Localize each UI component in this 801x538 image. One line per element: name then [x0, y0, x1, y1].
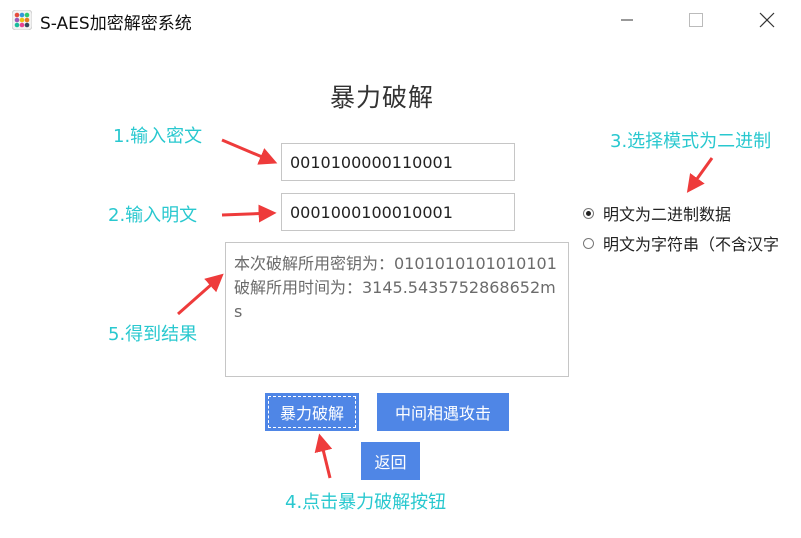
maximize-button[interactable]: [673, 0, 719, 40]
annotation-step1: 1.输入密文: [113, 126, 203, 147]
close-icon: [759, 12, 775, 28]
page-title: 暴力破解: [330, 83, 435, 112]
annotation-step3: 3.选择模式为二进制: [610, 131, 772, 152]
meet-in-middle-button[interactable]: 中间相遇攻击: [377, 393, 509, 431]
arrow-step1: [221, 138, 278, 165]
close-button[interactable]: [744, 0, 790, 40]
plaintext-input[interactable]: 0001000100010001: [281, 193, 515, 231]
annotation-step4: 4.点击暴力破解按钮: [285, 492, 447, 513]
ciphertext-input[interactable]: 0010100000110001: [281, 143, 515, 181]
brute-force-button[interactable]: 暴力破解: [265, 393, 359, 431]
annotation-step2: 2.输入明文: [108, 205, 198, 226]
title-bar[interactable]: S-AES加密解密系统: [0, 0, 801, 40]
result-textarea[interactable]: 本次破解所用密钥为：0101010101010101 破解所用时间为：3145.…: [225, 242, 569, 377]
annotation-step5: 5.得到结果: [108, 324, 198, 345]
radio-checked-icon[interactable]: [583, 207, 594, 219]
minimize-icon: [621, 19, 633, 21]
arrow-step5: [177, 273, 224, 316]
radio-binary-mode[interactable]: 明文为二进制数据: [583, 201, 731, 225]
arrow-step2: [221, 204, 277, 223]
radio-unchecked-icon[interactable]: [583, 237, 594, 249]
radio-binary-label: 明文为二进制数据: [603, 205, 732, 224]
arrow-step4: [314, 433, 333, 479]
arrow-step3: [686, 157, 714, 193]
app-logo-icon: [12, 10, 32, 30]
radio-string-mode[interactable]: 明文为字符串（不含汉字: [583, 231, 779, 255]
maximize-icon: [689, 13, 703, 27]
app-window: S-AES加密解密系统 暴力破解 0010100000110001 000100…: [0, 0, 801, 538]
minimize-button[interactable]: [604, 0, 650, 40]
radio-string-label: 明文为字符串（不含汉字: [603, 235, 780, 254]
back-button[interactable]: 返回: [361, 442, 420, 480]
window-title: S-AES加密解密系统: [40, 14, 192, 34]
